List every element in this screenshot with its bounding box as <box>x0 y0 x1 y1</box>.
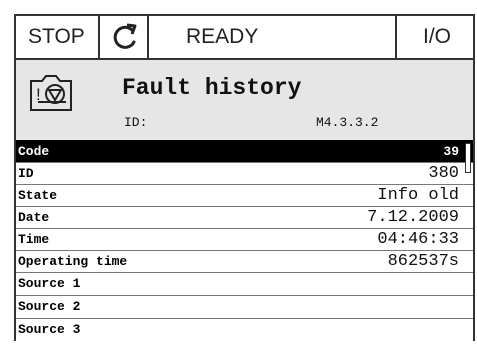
stop-label: STOP <box>28 25 85 48</box>
svg-text:!: ! <box>36 85 41 104</box>
rotation-arrow-icon <box>113 23 137 49</box>
row-date[interactable]: Date 7.12.2009 <box>16 206 473 228</box>
id-label: ID: <box>124 115 148 130</box>
row-value: 39 <box>443 144 459 159</box>
control-place-indicator: I/O <box>397 16 473 58</box>
rotation-indicator <box>100 16 149 58</box>
row-label: Source 3 <box>18 322 81 337</box>
row-source-2[interactable]: Source 2 <box>16 295 473 318</box>
id-value: M4.3.3.2 <box>316 115 379 130</box>
stop-indicator: STOP <box>16 16 100 58</box>
ready-indicator: READY <box>149 16 397 58</box>
row-label: Code <box>18 144 50 159</box>
row-label: ID <box>18 166 34 181</box>
row-state[interactable]: State Info old <box>16 184 473 206</box>
row-label: Source 2 <box>18 299 81 314</box>
status-bar: STOP READY I/O <box>14 14 475 60</box>
keypad-display: STOP READY I/O ! Fault history ID: M4.3.… <box>14 14 475 351</box>
row-label: Time <box>18 232 50 247</box>
row-value: 04:46:33 <box>377 230 459 249</box>
row-value: 7.12.2009 <box>367 208 459 227</box>
row-label: Source 1 <box>18 276 81 291</box>
row-value: 380 <box>428 164 459 183</box>
menu-header: ! Fault history ID: M4.3.3.2 <box>14 60 475 140</box>
row-label: Operating time <box>18 254 128 269</box>
row-label: Date <box>18 210 50 225</box>
row-source-3[interactable]: Source 3 <box>16 318 473 341</box>
row-operating-time[interactable]: Operating time 862537s <box>16 250 473 272</box>
fault-history-icon: ! <box>30 75 72 111</box>
io-label: I/O <box>423 25 452 48</box>
row-time[interactable]: Time 04:46:33 <box>16 228 473 250</box>
fault-detail-list: Code 39 ID 380 State Info old Date 7.12.… <box>14 140 475 341</box>
row-code[interactable]: Code 39 <box>16 140 473 162</box>
row-value: Info old <box>377 186 459 205</box>
row-label: State <box>18 188 58 203</box>
row-source-1[interactable]: Source 1 <box>16 272 473 295</box>
list-scrollbar[interactable] <box>465 143 471 173</box>
ready-label: READY <box>186 25 259 48</box>
page-title: Fault history <box>122 75 302 101</box>
row-id[interactable]: ID 380 <box>16 162 473 184</box>
row-value: 862537s <box>387 252 459 271</box>
